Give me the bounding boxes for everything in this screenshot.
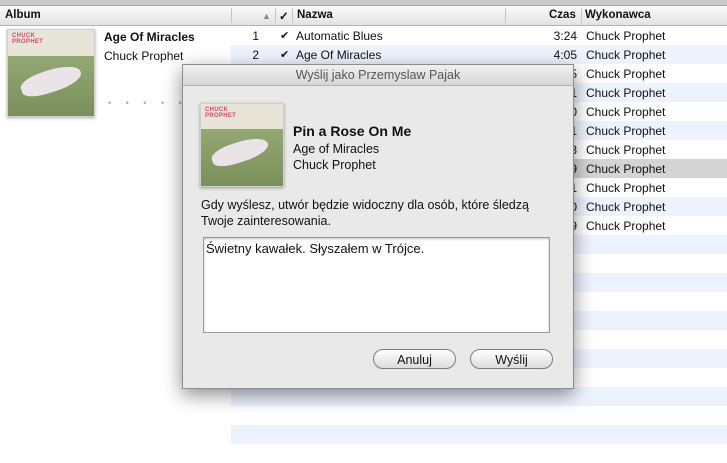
track-artist: Chuck Prophet [586, 162, 666, 176]
track-number: 2 [252, 48, 259, 62]
empty-row [231, 406, 727, 425]
track-artist: Chuck Prophet [586, 86, 666, 100]
artwork-text: PROPHET [205, 113, 237, 119]
track-row[interactable]: 2 ✔ Age Of Miracles 4:05 Chuck Prophet [231, 45, 727, 64]
track-name: Automatic Blues [296, 29, 383, 43]
album-artwork[interactable]: CHUCK PROPHET [7, 29, 95, 117]
track-artist: Chuck Prophet [586, 219, 666, 233]
column-header-artist[interactable]: Wykonawca [585, 9, 651, 21]
album-title: Age Of Miracles [104, 30, 195, 44]
column-separator [231, 8, 232, 23]
empty-row [231, 444, 727, 463]
track-checkbox[interactable]: ✔ [280, 48, 289, 61]
track-artist: Chuck Prophet [586, 200, 666, 214]
song-album: Age of Miracles [293, 142, 380, 156]
empty-row [231, 387, 727, 406]
column-separator [581, 8, 582, 23]
album-artist: Chuck Prophet [104, 49, 184, 63]
track-artist: Chuck Prophet [586, 105, 666, 119]
track-artist: Chuck Prophet [586, 48, 666, 62]
column-separator [292, 8, 293, 23]
share-info-text: Gdy wyślesz, utwór będzie widoczny dla o… [201, 198, 529, 228]
track-number: 1 [252, 29, 259, 43]
track-time: 4:05 [553, 48, 577, 62]
track-artist: Chuck Prophet [586, 143, 666, 157]
column-separator [505, 8, 506, 23]
column-header-album[interactable]: Album [5, 9, 41, 21]
column-separator [275, 8, 276, 23]
message-textarea[interactable]: Świetny kawałek. Słyszałem w Trójce. [203, 237, 550, 333]
column-header-name[interactable]: Nazwa [297, 9, 333, 21]
rating-dots[interactable]: • • • • • [108, 98, 188, 108]
track-checkbox[interactable]: ✔ [280, 29, 289, 42]
track-time: 3:24 [553, 29, 577, 43]
dialog-artwork: CHUCK PROPHET [200, 103, 284, 187]
share-dialog: Wyślij jako Przemyslaw Pajak CHUCK PROPHE… [182, 64, 574, 389]
sort-ascending-icon[interactable]: ▲ [262, 11, 271, 21]
track-name: Age Of Miracles [296, 48, 382, 62]
column-header-bar: Album ▲ ✓ Nazwa Czas Wykonawca [0, 6, 727, 26]
track-artist: Chuck Prophet [586, 29, 666, 43]
column-header-check[interactable]: ✓ [279, 9, 289, 23]
dialog-title: Wyślij jako Przemyslaw Pajak [183, 65, 573, 86]
track-artist: Chuck Prophet [586, 124, 666, 138]
column-header-time[interactable]: Czas [549, 9, 576, 21]
artwork-text: PROPHET [12, 39, 44, 45]
song-artist: Chuck Prophet [293, 158, 376, 172]
song-title: Pin a Rose On Me [293, 123, 412, 139]
track-artist: Chuck Prophet [586, 181, 666, 195]
track-artist: Chuck Prophet [586, 67, 666, 81]
track-row[interactable]: 1 ✔ Automatic Blues 3:24 Chuck Prophet [231, 26, 727, 45]
cancel-button[interactable]: Anuluj [373, 349, 456, 369]
send-button[interactable]: Wyślij [470, 349, 553, 369]
empty-row [231, 425, 727, 444]
